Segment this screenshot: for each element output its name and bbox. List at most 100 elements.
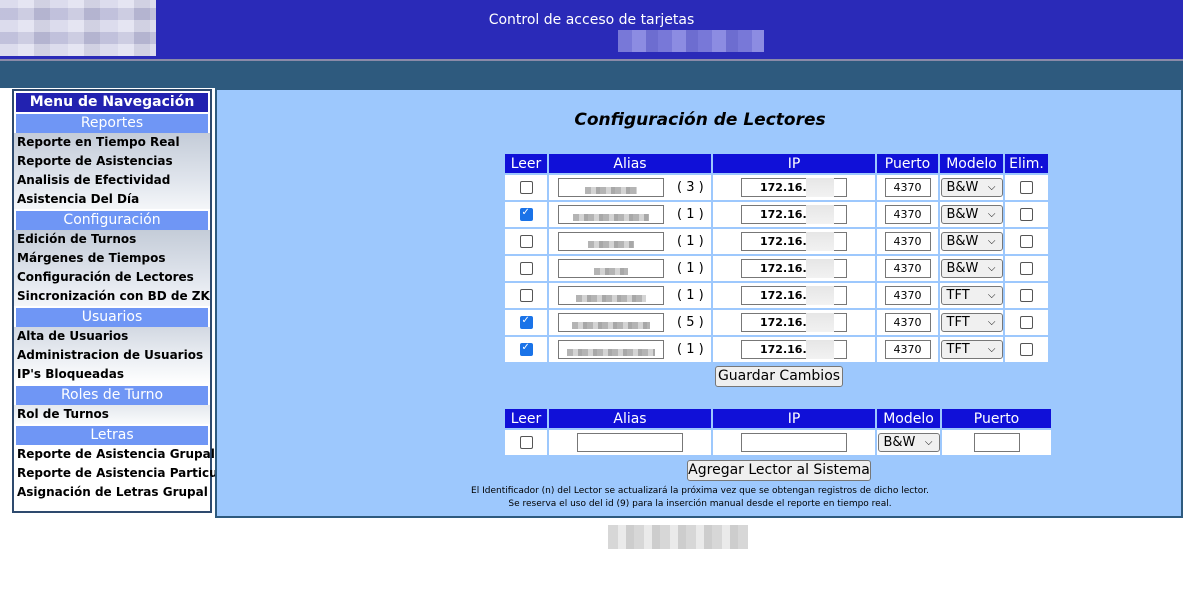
- ip-cell: 172.16.0: [713, 175, 875, 200]
- ip-cell: 172.16.0: [713, 310, 875, 335]
- menu-item-ips-bloqueadas[interactable]: IP's Bloqueadas: [14, 365, 210, 384]
- add-ip-input[interactable]: [741, 433, 847, 452]
- modelo-select[interactable]: B&W ⌵: [940, 259, 1003, 278]
- elim-checkbox[interactable]: [1020, 289, 1033, 302]
- add-reader-button[interactable]: Agregar Lector al Sistema: [687, 460, 871, 481]
- leer-checkbox[interactable]: [519, 289, 533, 302]
- puerto-input[interactable]: 4370: [884, 340, 931, 359]
- alias-input[interactable]: [558, 340, 664, 359]
- puerto-input[interactable]: 4370: [884, 313, 931, 332]
- ip-cell: 172.16.0: [713, 283, 875, 308]
- note-reserved-id: Se reserva el uso del id (9) para la ins…: [508, 499, 892, 509]
- elim-checkbox[interactable]: [1020, 181, 1033, 194]
- ip-input[interactable]: 172.16.0: [741, 178, 847, 197]
- leer-checkbox[interactable]: [519, 342, 533, 356]
- reader-row: ( 1 ) 172.16.0 4370 B&W ⌵: [505, 229, 1048, 254]
- ip-input[interactable]: 172.16.0: [741, 313, 847, 332]
- puerto-cell: 4370: [877, 202, 938, 227]
- puerto-cell: 4370: [877, 337, 938, 362]
- column-header-alias: Alias: [549, 154, 711, 173]
- modelo-select[interactable]: B&W ⌵: [940, 232, 1003, 251]
- leer-checkbox[interactable]: [519, 207, 533, 221]
- menu-item-asistencia-del-dia[interactable]: Asistencia Del Día: [14, 190, 210, 209]
- add-puerto-input[interactable]: [973, 433, 1020, 452]
- modelo-cell: TFT ⌵: [940, 310, 1003, 335]
- menu-item-asignacion-letras[interactable]: Asignación de Letras Grupal: [14, 483, 210, 502]
- menu-item-reporte-tiempo-real[interactable]: Reporte en Tiempo Real: [14, 133, 210, 152]
- menu-item-analisis-efectividad[interactable]: Analisis de Efectividad: [14, 171, 210, 190]
- ip-input[interactable]: 172.16.0: [741, 205, 847, 224]
- menu-item-sincronizacion-zk[interactable]: Sincronización con BD de ZK: [14, 287, 210, 306]
- alias-input[interactable]: [558, 259, 664, 278]
- leer-checkbox[interactable]: [519, 315, 533, 329]
- menu-item-rol-turnos[interactable]: Rol de Turnos: [14, 405, 210, 424]
- chevron-down-icon: ⌵: [987, 263, 996, 274]
- ip-cell: 172.16.0: [713, 337, 875, 362]
- reader-row: ( 1 ) 172.16.0 4370 B&W ⌵: [505, 256, 1048, 281]
- modelo-cell: TFT ⌵: [940, 283, 1003, 308]
- reader-row: ( 1 ) 172.16.0 4370 TFT ⌵: [505, 283, 1048, 308]
- navigation-menu: Menu de Navegación Reportes Reporte en T…: [12, 89, 236, 513]
- menu-title: Menu de Navegación: [16, 93, 208, 112]
- modelo-select[interactable]: TFT ⌵: [940, 286, 1003, 305]
- elim-checkbox[interactable]: [1020, 262, 1033, 275]
- puerto-input[interactable]: 4370: [884, 205, 931, 224]
- leer-cell: [505, 283, 547, 308]
- ip-input[interactable]: 172.16.0: [741, 286, 847, 305]
- menu-item-asistencia-particular[interactable]: Reporte de Asistencia Particular: [14, 464, 236, 483]
- leer-cell: [505, 229, 547, 254]
- menu-item-reporte-asistencias[interactable]: Reporte de Asistencias: [14, 152, 210, 171]
- puerto-input[interactable]: 4370: [884, 259, 931, 278]
- main-panel: Configuración de Lectores Leer Alias IP …: [215, 88, 1183, 518]
- puerto-input[interactable]: 4370: [884, 178, 931, 197]
- menu-item-configuracion-lectores[interactable]: Configuración de Lectores: [14, 268, 210, 287]
- readers-table: Leer Alias IP Puerto Modelo Elim. ( 3 ) 1…: [503, 152, 1050, 364]
- modelo-cell: B&W ⌵: [940, 202, 1003, 227]
- reader-id-label: ( 1 ): [677, 261, 704, 276]
- alias-input[interactable]: [558, 313, 664, 332]
- leer-checkbox[interactable]: [519, 181, 533, 194]
- elim-checkbox[interactable]: [1020, 208, 1033, 221]
- menu-item-asistencia-grupal[interactable]: Reporte de Asistencia Grupal: [14, 445, 215, 464]
- alias-input[interactable]: [558, 286, 664, 305]
- elim-checkbox[interactable]: [1020, 343, 1033, 356]
- menu-item-edicion-turnos[interactable]: Edición de Turnos: [14, 230, 210, 249]
- alias-input[interactable]: [558, 205, 664, 224]
- add-modelo-select[interactable]: B&W ⌵: [877, 433, 940, 452]
- column-header-leer: Leer: [505, 154, 547, 173]
- modelo-cell: B&W ⌵: [940, 256, 1003, 281]
- elim-checkbox[interactable]: [1020, 316, 1033, 329]
- alias-cell: ( 5 ): [549, 310, 711, 335]
- reader-id-label: ( 1 ): [677, 342, 704, 357]
- menu-item-alta-usuarios[interactable]: Alta de Usuarios: [14, 327, 210, 346]
- alias-input[interactable]: [558, 232, 664, 251]
- modelo-value: TFT: [946, 315, 970, 330]
- leer-checkbox[interactable]: [519, 235, 533, 248]
- ip-input[interactable]: 172.16.0: [741, 259, 847, 278]
- modelo-select[interactable]: B&W ⌵: [940, 205, 1003, 224]
- add-reader-row: B&W ⌵: [505, 430, 1051, 455]
- modelo-select[interactable]: B&W ⌵: [940, 178, 1003, 197]
- puerto-input[interactable]: 4370: [884, 232, 931, 251]
- alias-input[interactable]: [558, 178, 664, 197]
- section-usuarios: Usuarios: [16, 308, 208, 327]
- menu-item-margenes-tiempos[interactable]: Márgenes de Tiempos: [14, 249, 210, 268]
- ip-input[interactable]: 172.16.0: [741, 232, 847, 251]
- save-changes-button[interactable]: Guardar Cambios: [715, 366, 843, 387]
- add-leer-checkbox[interactable]: [519, 436, 533, 449]
- alias-cell: ( 1 ): [549, 256, 711, 281]
- leer-checkbox[interactable]: [519, 262, 533, 275]
- puerto-cell: 4370: [877, 175, 938, 200]
- elim-cell: [1005, 310, 1048, 335]
- modelo-select[interactable]: TFT ⌵: [940, 313, 1003, 332]
- ip-input[interactable]: 172.16.0: [741, 340, 847, 359]
- menu-item-administracion-usuarios[interactable]: Administracion de Usuarios: [14, 346, 210, 365]
- puerto-input[interactable]: 4370: [884, 286, 931, 305]
- modelo-select[interactable]: TFT ⌵: [940, 340, 1003, 359]
- reader-id-label: ( 1 ): [677, 234, 704, 249]
- redacted-ip: [806, 340, 834, 359]
- add-alias-input[interactable]: [577, 433, 683, 452]
- elim-checkbox[interactable]: [1020, 235, 1033, 248]
- modelo-value: TFT: [946, 288, 970, 303]
- puerto-cell: 4370: [877, 283, 938, 308]
